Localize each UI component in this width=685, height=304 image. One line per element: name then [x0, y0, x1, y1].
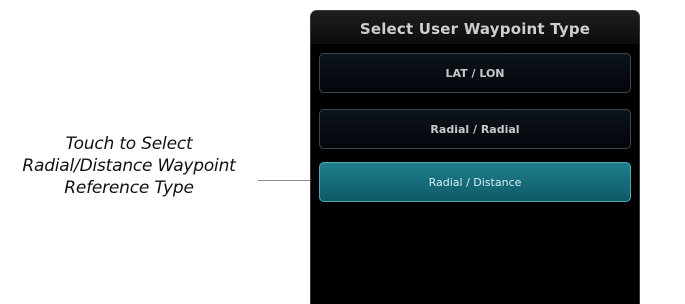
dialog-title: Select User Waypoint Type [311, 11, 639, 44]
annotation-callout: Touch to Select Radial/Distance Waypoint… [0, 133, 258, 199]
option-radial-radial-button[interactable]: Radial / Radial [319, 109, 631, 149]
option-lat-lon-button[interactable]: LAT / LON [319, 53, 631, 93]
option-radial-distance-button[interactable]: Radial / Distance [319, 162, 631, 202]
callout-line-1: Touch to Select [65, 134, 193, 154]
waypoint-type-dialog: Select User Waypoint Type LAT / LON Radi… [310, 10, 640, 304]
page: Touch to Select Radial/Distance Waypoint… [0, 0, 685, 304]
callout-line-3: Reference Type [64, 178, 194, 198]
callout-line-2: Radial/Distance Waypoint [22, 156, 236, 176]
